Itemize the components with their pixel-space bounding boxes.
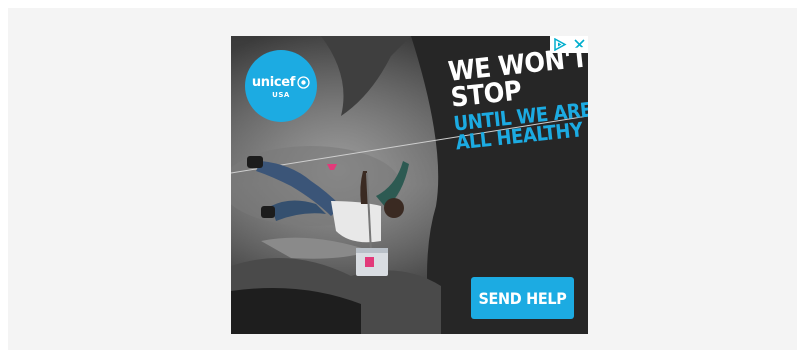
unicef-logo[interactable]: unicef USA [245, 50, 317, 122]
ad-headline: WE WON'T STOP UNTIL WE ARE ALL HEALTHY [447, 42, 588, 154]
logo-subtitle: USA [272, 91, 290, 99]
logo-wordmark: unicef [251, 75, 296, 90]
display-ad[interactable]: unicef USA WE WON'T STOP UNTIL WE ARE AL… [231, 36, 588, 334]
globe-icon [297, 76, 310, 89]
send-help-button[interactable]: SEND HELP [471, 277, 574, 319]
